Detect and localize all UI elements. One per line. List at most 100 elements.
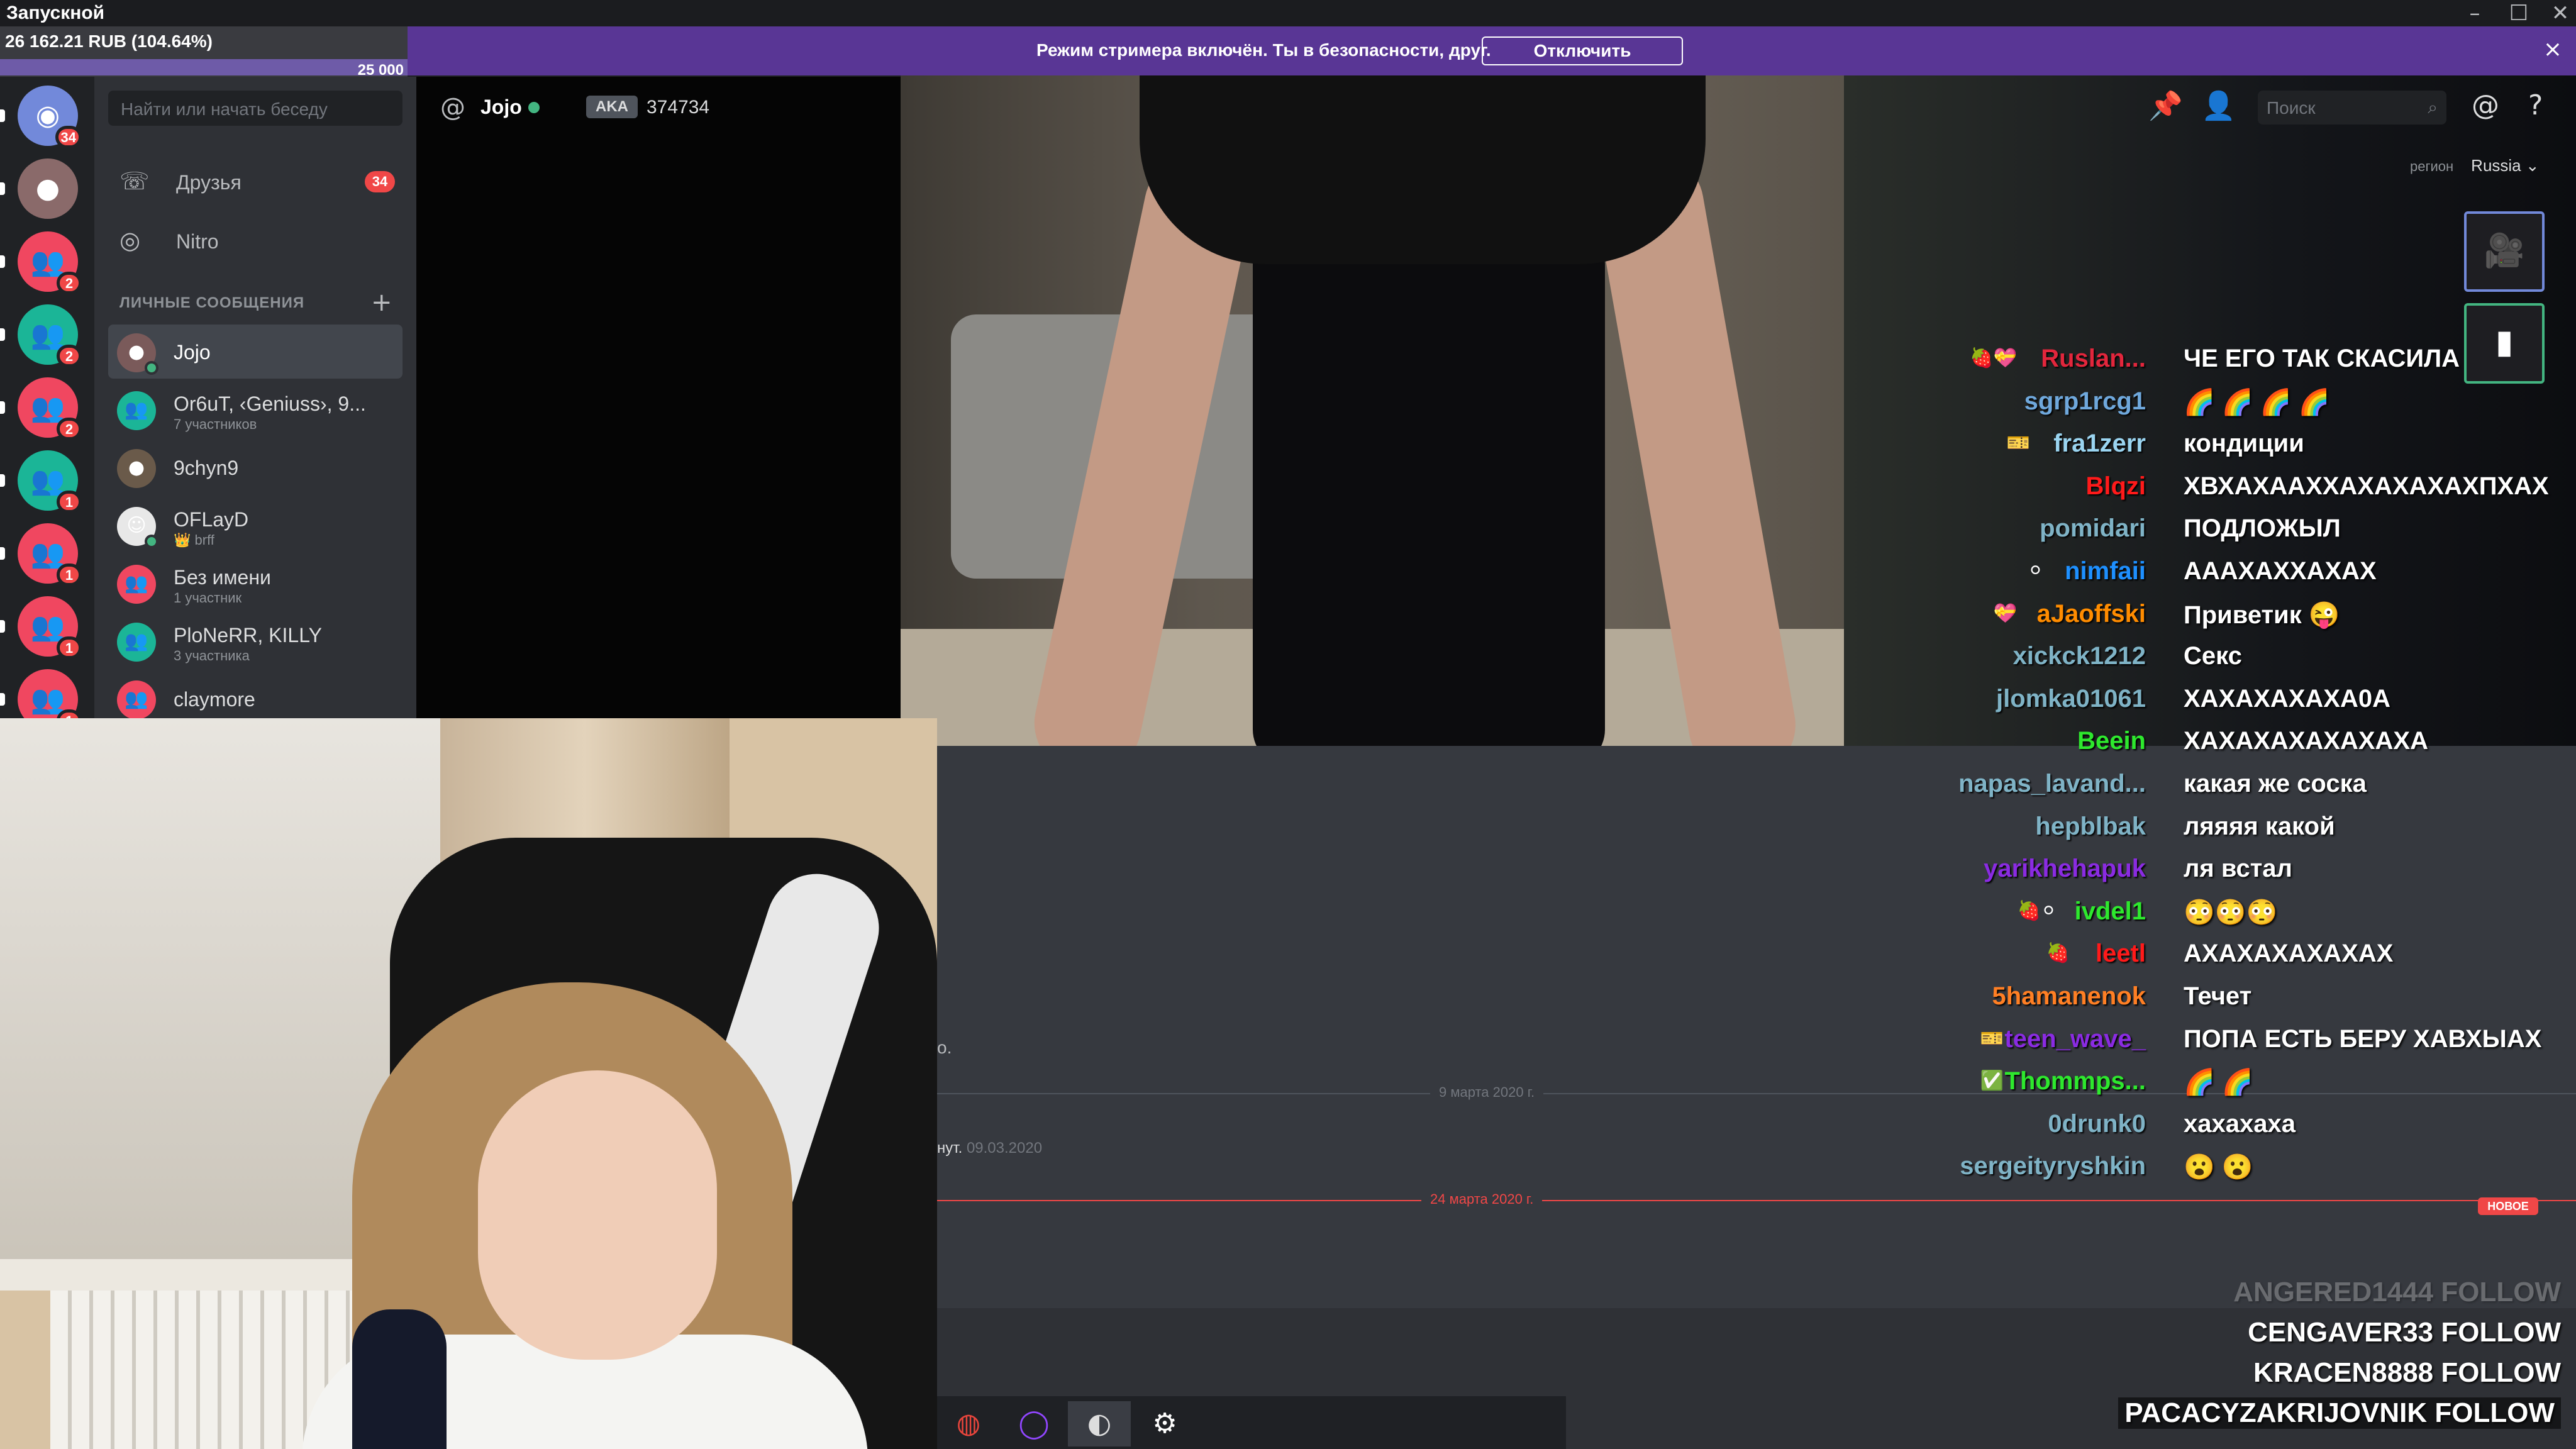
- dm-item[interactable]: 👥 Без имени 1 участник: [108, 556, 402, 610]
- add-friend-icon[interactable]: 👤: [2201, 89, 2236, 122]
- new-messages-divider-line: [937, 1200, 2576, 1201]
- dm-name: Or6uT, ‹Geniuss›, 9...: [174, 392, 366, 415]
- chat-text: 😳😳😳: [2184, 898, 2278, 926]
- search-placeholder: Поиск: [2267, 98, 2316, 118]
- pin-icon[interactable]: 📌: [2148, 89, 2183, 122]
- region-value: Russia ⌄: [2471, 156, 2540, 175]
- chat-username: 0drunk0: [2048, 1109, 2146, 1138]
- dm-name: claymore: [174, 688, 255, 711]
- dm-subtitle: 1 участник: [174, 590, 242, 606]
- follow-alert: PACACYZAKRIJOVNIK FOLLOW: [2118, 1397, 2561, 1429]
- chat-badge-icon: ⚪: [2027, 560, 2043, 582]
- stream-chat-message: pomidari ПОДЛОЖЫЛ: [1862, 507, 2576, 550]
- window-title: Запускной: [6, 3, 105, 23]
- chat-badge-icon: 💝: [1993, 602, 2017, 625]
- chat-username: fra1zerr: [2053, 430, 2146, 458]
- friends-icon: ☏: [119, 167, 150, 195]
- chat-badge-icon: 🍓💝: [1970, 347, 2017, 369]
- server-icon[interactable]: 👥1: [0, 523, 82, 586]
- chat-username: aJaoffski: [2036, 599, 2146, 628]
- dm-item[interactable]: ☺ OFLayD 👑 brff: [108, 498, 402, 552]
- server-badge: 2: [57, 418, 82, 440]
- server-badge: 34: [55, 126, 82, 148]
- chrome-icon[interactable]: ◍: [937, 1401, 1000, 1446]
- dm-item[interactable]: ● 9chyn9: [108, 440, 402, 494]
- region-selector[interactable]: регион Russia ⌄: [2410, 156, 2540, 175]
- server-badge: 2: [57, 345, 82, 367]
- chat-text: ПОПА ЕСТЬ БЕРУ ХАВХЫАХ: [2184, 1024, 2542, 1053]
- online-status-icon: [528, 102, 540, 113]
- server-icon[interactable]: ●: [0, 158, 78, 219]
- new-messages-divider-label: 24 марта 2020 г.: [1421, 1191, 1543, 1208]
- chat-text: ХВХАХААХХАХАХАХАХПХАХ: [2184, 472, 2549, 500]
- server-icon[interactable]: 👥 2: [0, 377, 82, 440]
- chat-badge-icon: 🍓: [2046, 942, 2070, 965]
- search-input[interactable]: Поиск ⌕: [2258, 91, 2446, 125]
- close-icon[interactable]: ✕: [2545, 1, 2576, 25]
- dm-item[interactable]: 👥 PloNeRR, KILLY 3 участника: [108, 614, 402, 668]
- server-icon[interactable]: 👥1: [0, 596, 82, 659]
- unread-indicator: [0, 109, 5, 122]
- sidebar-item-label: Друзья: [176, 171, 242, 194]
- chat-username: Beein: [2077, 727, 2146, 755]
- dm-name: Jojo: [174, 341, 211, 364]
- unread-indicator: [0, 474, 5, 487]
- chat-text: АХАХАХАХАХАХ: [2184, 940, 2394, 968]
- dm-item[interactable]: ● Jojo: [108, 325, 402, 379]
- settings-gear-icon[interactable]: ⚙: [1133, 1401, 1196, 1446]
- stream-chat-message: ✅ Thommps... 🌈 🌈: [1862, 1060, 2576, 1102]
- stream-chat-message: 5hamanenok Течет: [1862, 975, 2576, 1018]
- sidebar-item-nitro[interactable]: ◎ Nitro: [108, 216, 402, 264]
- maximize-icon[interactable]: ☐: [2503, 1, 2534, 25]
- sidebar-item-friends[interactable]: ☏ Друзья 34: [108, 157, 402, 205]
- avatar-pig-icon: ●: [35, 172, 60, 204]
- help-icon[interactable]: ?: [2528, 89, 2543, 121]
- unread-indicator: [0, 693, 5, 706]
- stream-chat-message: yarikhehapuk ля встал: [1862, 847, 2576, 890]
- minimize-icon[interactable]: –: [2459, 1, 2490, 25]
- disable-streamer-mode-button[interactable]: Отключить: [1482, 36, 1683, 65]
- dm-name: OFLayD: [174, 508, 249, 531]
- message-timestamp: 09.03.2020: [966, 1140, 1043, 1157]
- chat-text: какая же соска: [2184, 770, 2367, 797]
- server-badge: 1: [57, 636, 82, 659]
- dm-section-title: ЛИЧНЫЕ СООБЩЕНИЯ: [119, 294, 305, 311]
- chat-text: ХАХАХАХАХА0А: [2184, 684, 2390, 713]
- server-icon[interactable]: 👥 2: [0, 304, 82, 367]
- chat-username: Thommps...: [2004, 1067, 2146, 1096]
- mention-icon[interactable]: @: [2472, 89, 2499, 121]
- message-author: нут.: [937, 1140, 963, 1157]
- avatar: ●: [117, 333, 158, 375]
- stream-chat-message: sergeityryshkin 😮 😮: [1862, 1145, 2576, 1187]
- streamer-webcam: [0, 718, 937, 1449]
- banner-close-icon[interactable]: ×: [2543, 36, 2562, 62]
- follow-alert: CENGAVER33 FOLLOW: [2248, 1317, 2561, 1348]
- chat-username: Ruslan...: [2041, 345, 2146, 372]
- avatar-icon: ●: [128, 341, 145, 363]
- camera-preview-tile[interactable]: 🎥: [2464, 211, 2545, 292]
- create-dm-icon[interactable]: +: [371, 288, 392, 317]
- server-icon[interactable]: 👥 2: [0, 231, 82, 294]
- chat-text: ЧЕ ЕГО ТАК СКАСИЛА: [2184, 345, 2460, 372]
- dm-search-input[interactable]: Найти или начать беседу: [108, 91, 402, 126]
- server-icon[interactable]: 👥1: [0, 450, 82, 513]
- dm-item[interactable]: 👥 Or6uT, ‹Geniuss›, 9... 7 участников: [108, 382, 402, 436]
- chat-username: sgrp1rcg1: [2024, 387, 2146, 415]
- dm-name: 9chyn9: [174, 457, 239, 479]
- stream-chat-message: 0drunk0 хахахаха: [1862, 1102, 2576, 1145]
- chat-badge-icon: ✅: [1980, 1070, 2004, 1092]
- follow-alert: KRACEN8888 FOLLOW: [2253, 1357, 2561, 1388]
- server-icon[interactable]: ◉ 34: [0, 86, 82, 148]
- avatar: 👥: [117, 391, 156, 430]
- server-badge: 1: [57, 491, 82, 513]
- chat-username: xickck1212: [2012, 642, 2146, 670]
- channel-header: @ Jojo AKA 374734: [416, 77, 901, 718]
- chat-username: hepblbak: [2035, 812, 2146, 840]
- chat-text: 🌈 🌈: [2184, 1069, 2253, 1097]
- dm-subtitle: 7 участников: [174, 416, 257, 432]
- dm-subtitle: 👑 brff: [174, 532, 214, 548]
- stream-chat-message: 💝 aJaoffski Приветик 😜: [1862, 592, 2576, 635]
- obs-purple-icon[interactable]: ◯: [1002, 1401, 1065, 1446]
- obs-studio-icon[interactable]: ◐: [1068, 1401, 1131, 1446]
- donation-amount: 26 162.21 RUB (104.64%): [5, 31, 213, 51]
